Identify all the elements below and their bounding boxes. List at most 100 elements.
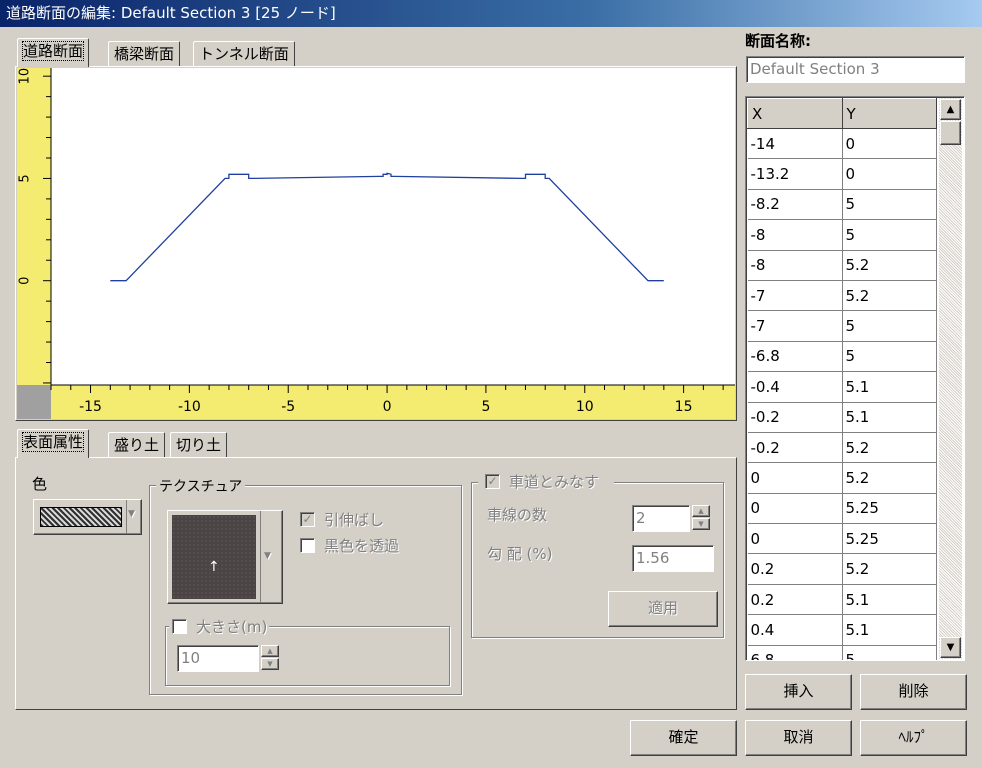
cell-x[interactable]: 0 — [747, 493, 843, 525]
tab-road-section[interactable]: 道路断面 — [17, 38, 90, 67]
roadway-checkbox[interactable]: ✓ — [485, 474, 500, 489]
table-row[interactable]: 6.8 5 — [747, 645, 937, 660]
tab-tunnel-section[interactable]: トンネル断面 — [193, 41, 295, 67]
cell-x[interactable]: -8 — [747, 250, 843, 281]
table-row[interactable]: 0 5.25 — [747, 523, 937, 555]
insert-button[interactable]: 挿入 — [745, 674, 852, 710]
cell-x[interactable]: 0.2 — [747, 553, 843, 585]
table-row[interactable]: -0.2 5.1 — [747, 402, 937, 433]
table-row[interactable]: -7 5 — [747, 310, 937, 342]
y-tick-label: 5 — [18, 174, 33, 182]
size-spin-down[interactable]: ▼ — [261, 658, 279, 670]
lanes-spin-down[interactable]: ▼ — [692, 518, 710, 530]
cell-y[interactable]: 5.1 — [842, 584, 937, 616]
table-row[interactable]: -14 0 — [747, 128, 937, 160]
tab-bridge-section[interactable]: 橋梁断面 — [108, 41, 181, 67]
tab-road-section-label: 道路断面 — [21, 41, 85, 61]
cell-y[interactable]: 0 — [842, 158, 937, 190]
apply-button[interactable]: 適用 — [608, 591, 718, 627]
plot-area — [17, 68, 735, 419]
slope-input[interactable]: 1.56 — [632, 545, 714, 572]
lanes-input[interactable]: 2 — [632, 505, 690, 532]
table-row[interactable]: -8 5 — [747, 219, 937, 251]
cell-x[interactable]: -8.2 — [747, 189, 843, 221]
spin-up-icon: ▲ — [267, 647, 273, 655]
cell-y[interactable]: 5 — [842, 310, 937, 342]
table-row[interactable]: 0.4 5.1 — [747, 614, 937, 646]
stretch-checkbox[interactable]: ✓ — [300, 512, 315, 527]
cell-x[interactable]: -7 — [747, 280, 843, 312]
table-row[interactable]: 0.2 5.2 — [747, 553, 937, 585]
black-transparent-checkbox[interactable] — [300, 538, 315, 553]
texture-preview: ↑ — [172, 515, 256, 599]
table-row[interactable]: -8.2 5 — [747, 189, 937, 221]
ok-button[interactable]: 確定 — [630, 720, 737, 756]
help-button[interactable]: ﾍﾙﾌﾟ — [860, 720, 967, 756]
scroll-up-button[interactable]: ▲ — [940, 99, 961, 120]
section-name-label: 断面名称: — [745, 32, 811, 50]
table-row[interactable]: -0.2 5.2 — [747, 432, 937, 464]
scroll-thumb[interactable] — [940, 121, 961, 145]
color-dropdown[interactable]: ▼ — [33, 499, 142, 535]
cell-y[interactable]: 5.2 — [842, 553, 937, 585]
cell-x[interactable]: -0.2 — [747, 432, 843, 464]
cell-y[interactable]: 5.2 — [842, 250, 937, 281]
tab-bridge-section-label: 橋梁断面 — [114, 45, 175, 63]
size-input[interactable]: 10 — [177, 645, 259, 672]
cell-x[interactable]: 0.2 — [747, 584, 843, 616]
tab-surface-attributes[interactable]: 表面属性 — [17, 429, 90, 458]
cell-y[interactable]: 5.25 — [842, 523, 937, 555]
cell-y[interactable]: 5 — [842, 645, 937, 660]
cell-x[interactable]: -7 — [747, 310, 843, 342]
table-row[interactable]: -8 5.2 — [747, 250, 937, 281]
texture-dropdown[interactable]: ↑ ▼ — [167, 510, 283, 604]
cell-x[interactable]: -8 — [747, 219, 843, 251]
table-row[interactable]: -6.8 5 — [747, 341, 937, 373]
cell-y[interactable]: 5 — [842, 219, 937, 251]
delete-button[interactable]: 削除 — [860, 674, 967, 710]
tab-surface-attributes-label: 表面属性 — [21, 432, 85, 452]
table-row[interactable]: -7 5.2 — [747, 280, 937, 312]
column-header-y[interactable]: Y — [841, 98, 937, 129]
cell-y[interactable]: 5 — [842, 189, 937, 221]
cell-x[interactable]: 6.8 — [747, 645, 843, 660]
cancel-button[interactable]: 取消 — [745, 720, 852, 756]
black-transparent-label: 黒色を透過 — [324, 537, 400, 555]
cell-x[interactable]: -6.8 — [747, 341, 843, 373]
table-row[interactable]: 0.2 5.1 — [747, 584, 937, 616]
scroll-down-icon: ▼ — [946, 642, 955, 653]
cell-y[interactable]: 5.1 — [842, 402, 937, 433]
size-spin-up[interactable]: ▲ — [261, 645, 279, 657]
cell-y[interactable]: 5.2 — [842, 462, 937, 494]
cell-x[interactable]: 0.4 — [747, 614, 843, 646]
cell-y[interactable]: 5 — [842, 341, 937, 373]
cell-x[interactable]: -0.2 — [747, 402, 843, 433]
table-row[interactable]: -13.2 0 — [747, 158, 937, 190]
table-row[interactable]: 0 5.25 — [747, 493, 937, 525]
cell-y[interactable]: 0 — [842, 128, 937, 160]
lanes-spin-up[interactable]: ▲ — [692, 505, 710, 517]
section-name-input[interactable]: Default Section 3 — [746, 56, 965, 83]
cell-y[interactable]: 5.25 — [842, 493, 937, 525]
cell-y[interactable]: 5.1 — [842, 371, 937, 403]
cell-x[interactable]: -0.4 — [747, 371, 843, 403]
cell-x[interactable]: 0 — [747, 462, 843, 494]
table-row[interactable]: -0.4 5.1 — [747, 371, 937, 403]
table-scrollbar[interactable]: ▲ ▼ — [939, 98, 962, 659]
title-bar: 道路断面の編集: Default Section 3 [25 ノード] — [0, 0, 982, 27]
cell-y[interactable]: 5.1 — [842, 614, 937, 646]
column-header-x[interactable]: X — [747, 98, 843, 129]
table-row[interactable]: 0 5.2 — [747, 462, 937, 494]
cell-x[interactable]: -14 — [747, 128, 843, 160]
cell-y[interactable]: 5.2 — [842, 432, 937, 464]
slope-label: 勾 配 (%) — [487, 545, 553, 563]
section-profile-chart[interactable]: -15 -10 -5 0 5 10 15 10 5 0 — [17, 68, 735, 419]
size-checkbox[interactable] — [172, 619, 187, 634]
tab-fill[interactable]: 盛り土 — [108, 432, 166, 458]
cell-x[interactable]: -13.2 — [747, 158, 843, 190]
cell-x[interactable]: 0 — [747, 523, 843, 555]
x-tick-label: 10 — [576, 399, 594, 415]
scroll-down-button[interactable]: ▼ — [940, 637, 961, 658]
tab-cut[interactable]: 切り土 — [170, 432, 228, 458]
cell-y[interactable]: 5.2 — [842, 280, 937, 312]
